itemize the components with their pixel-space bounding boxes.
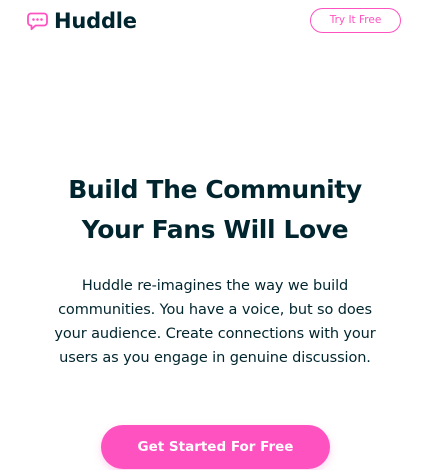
chat-bubble-icon <box>27 12 48 30</box>
hero-description-line: communities. You have a voice, but so do… <box>58 302 372 318</box>
try-it-free-button[interactable]: Try It Free <box>310 8 401 33</box>
hero-title-line: Your Fans Will Love <box>81 215 349 244</box>
get-started-button[interactable]: Get Started For Free <box>101 425 330 469</box>
site-header: Huddle Try It Free <box>0 0 430 44</box>
brand-name: Huddle <box>54 9 137 33</box>
hero-title-line: Build The Community <box>68 175 362 204</box>
hero-description: Huddle re-imagines the way we build comm… <box>40 274 390 370</box>
hero-title: Build The Community Your Fans Will Love <box>0 170 430 250</box>
hero-description-line: your audience. Create connections with y… <box>54 326 376 342</box>
hero-description-line: users as you engage in genuine discussio… <box>59 350 371 366</box>
hero-description-line: Huddle re-imagines the way we build <box>81 278 349 294</box>
brand-logo[interactable]: Huddle <box>27 9 137 33</box>
